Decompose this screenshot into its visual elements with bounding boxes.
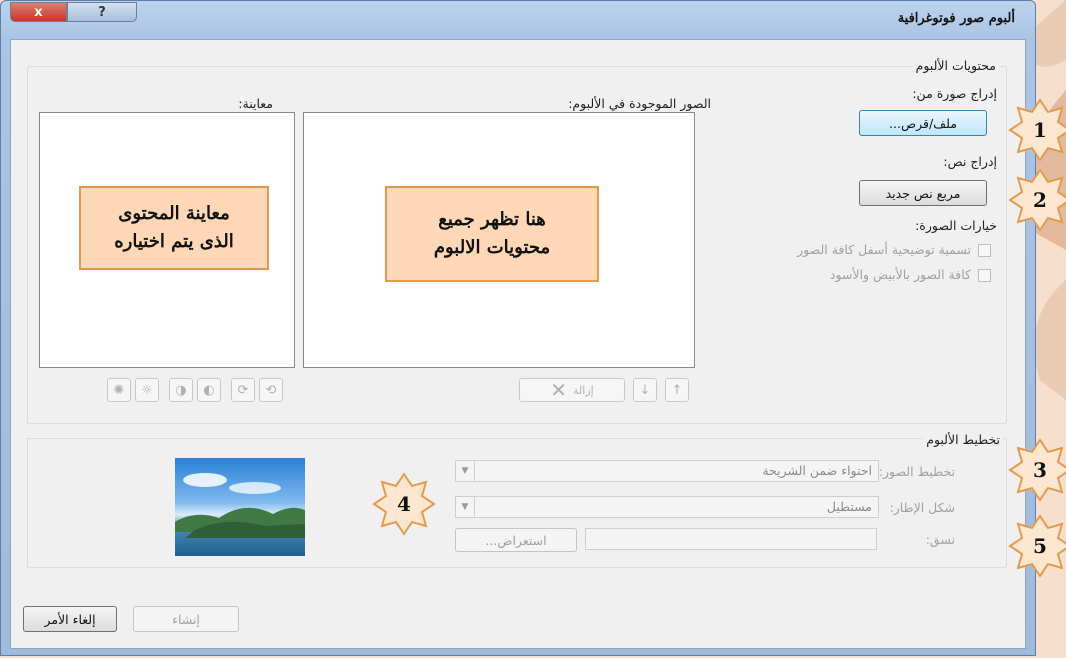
album-layout-group-label: تخطيط الألبوم <box>923 432 1003 447</box>
move-down-button[interactable]: ↓ <box>633 378 657 402</box>
picture-options-label: خيارات الصورة: <box>915 218 997 233</box>
new-text-box-button[interactable]: مربع نص جديد <box>859 180 987 206</box>
preview-label: معاينة: <box>238 96 273 111</box>
picture-layout-label: تخطيط الصور: <box>878 464 955 479</box>
marker-4: 4 <box>372 472 436 536</box>
create-button[interactable]: إنشاء <box>133 606 239 632</box>
dialog-client-area: محتويات الألبوم إدراج صورة من: ملف/قرص..… <box>10 39 1026 649</box>
rotate-right-button[interactable]: ⟳ <box>231 378 255 402</box>
insert-text-label: إدراج نص: <box>943 154 997 169</box>
insert-picture-label: إدراج صورة من: <box>912 86 997 101</box>
close-icon: x <box>34 4 43 20</box>
marker-1: 1 <box>1008 98 1066 162</box>
black-white-checkbox[interactable] <box>978 269 991 282</box>
arrow-up-icon: ↑ <box>671 382 683 398</box>
help-button[interactable]: ? <box>67 2 137 22</box>
rotate-left-icon: ⟲ <box>265 382 277 398</box>
move-up-button[interactable]: ↑ <box>665 378 689 402</box>
arrow-down-icon: ↓ <box>639 382 651 398</box>
contrast-down-icon: ◑ <box>175 382 187 398</box>
pictures-in-album-label: الصور الموجودة في الألبوم: <box>568 96 711 111</box>
marker-5: 5 <box>1008 514 1066 578</box>
photo-album-dialog: x ? ألبوم صور فوتوغرافية محتويات الألبوم… <box>0 0 1036 656</box>
frame-shape-label: شكل الإطار: <box>889 500 955 515</box>
cancel-button[interactable]: إلغاء الأمر <box>23 606 117 632</box>
caption-option-label: تسمية توضيحية أسفل كافة الصور <box>797 242 971 257</box>
chevron-down-icon: ▼ <box>456 497 475 517</box>
remove-button[interactable]: ✕ إزالة <box>519 378 625 402</box>
rotate-right-icon: ⟳ <box>237 382 249 398</box>
remove-icon: ✕ <box>550 378 568 402</box>
picture-layout-select[interactable]: احتواء ضمن الشريحة ▼ <box>455 460 879 482</box>
theme-label: نسق: <box>925 532 955 547</box>
decrease-brightness-button[interactable]: ✺ <box>107 378 131 402</box>
decrease-contrast-button[interactable]: ◑ <box>169 378 193 402</box>
window-title: ألبوم صور فوتوغرافية <box>897 11 1015 26</box>
browse-button[interactable]: استعراض... <box>455 528 577 552</box>
brightness-down-icon: ✺ <box>113 382 125 398</box>
layout-preview-thumbnail <box>175 458 305 556</box>
increase-contrast-button[interactable]: ◐ <box>197 378 221 402</box>
close-button[interactable]: x <box>10 2 67 22</box>
file-disk-button[interactable]: ملف/قرص... <box>859 110 987 136</box>
album-content-group-label: محتويات الألبوم <box>912 58 999 73</box>
album-list-callout: هنا تظهر جميع محتويات الالبوم <box>385 186 599 282</box>
black-white-option-label: كافة الصور بالأبيض والأسود <box>829 267 971 282</box>
increase-brightness-button[interactable]: ☼ <box>135 378 159 402</box>
preview-callout: معاينة المحتوى الذى يتم اختياره <box>79 186 269 270</box>
title-bar: x ? ألبوم صور فوتوغرافية <box>1 1 1037 39</box>
chevron-down-icon: ▼ <box>456 461 475 481</box>
marker-2: 2 <box>1008 168 1066 232</box>
caption-checkbox[interactable] <box>978 244 991 257</box>
frame-shape-select[interactable]: مستطيل ▼ <box>455 496 879 518</box>
brightness-up-icon: ☼ <box>141 382 153 398</box>
help-icon: ? <box>98 4 106 20</box>
marker-3: 3 <box>1008 438 1066 502</box>
contrast-up-icon: ◐ <box>203 382 215 398</box>
rotate-left-button[interactable]: ⟲ <box>259 378 283 402</box>
theme-field[interactable] <box>585 528 877 550</box>
